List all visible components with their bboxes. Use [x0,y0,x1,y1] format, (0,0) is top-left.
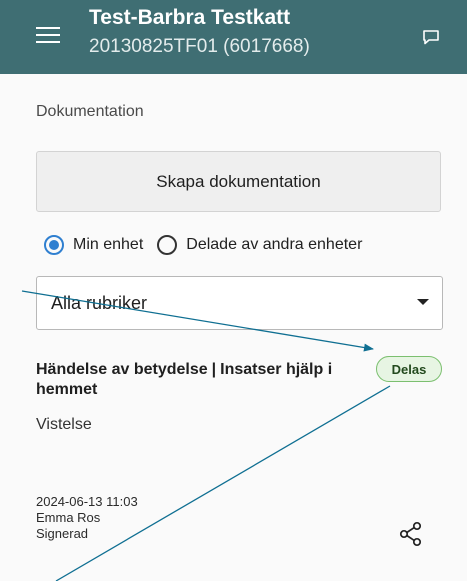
radio-unselected-icon [157,235,178,255]
dropdown-caret-icon [417,299,429,305]
entry-date: 2024-06-13 11:03 [36,494,138,509]
patient-name: Test-Barbra Testkatt [89,6,291,29]
entry-author: Emma Ros [36,510,101,525]
entry-subtitle: Vistelse [36,416,92,433]
patient-id: 20130825TF01 (6017668) [89,36,310,57]
radio-label: Delade av andra enheter [186,236,363,253]
radio-shared-by-others[interactable]: Delade av andra enheter [157,235,362,255]
radio-label: Min enhet [73,236,144,253]
shared-status-badge: Delas [376,356,442,382]
share-icon[interactable] [398,521,424,547]
chat-bubble-icon[interactable] [421,27,441,47]
entry-title-part1: Händelse av betydelse [36,361,208,378]
select-value: Alla rubriker [51,293,148,313]
entry-status: Signerad [36,526,89,541]
unit-filter-radio-group: Min enhet Delade av andra enheter [44,233,362,257]
hamburger-menu-icon[interactable] [36,27,60,45]
entry-title-separator: | [211,361,217,378]
section-label: Dokumentation [36,103,144,120]
annotation-line [55,385,391,581]
heading-filter-select[interactable]: Alla rubriker [36,276,443,330]
entry-title[interactable]: Händelse av betydelse | Insatser hjälp i h… [36,360,356,400]
radio-my-unit[interactable]: Min enhet [44,235,143,255]
radio-selected-icon [44,235,64,255]
app-header: Test-Barbra Testkatt 20130825TF01 (60176… [0,0,467,74]
create-documentation-button[interactable]: Skapa dokumentation [36,151,441,212]
